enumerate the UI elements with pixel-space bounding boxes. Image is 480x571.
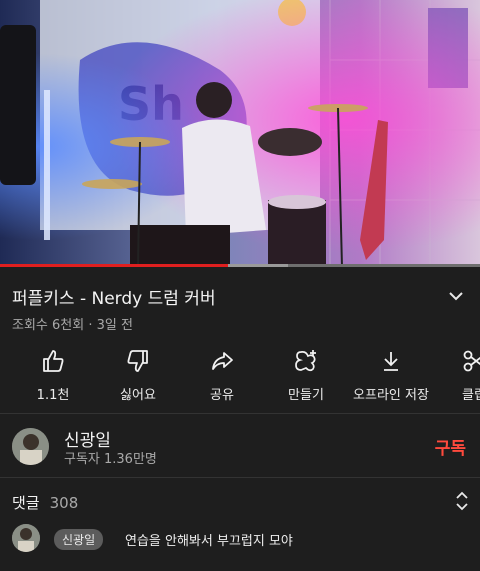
video-player[interactable]: Sh [0,0,480,267]
thumbs-down-icon [93,346,183,376]
comment-author-badge: 신광일 [54,529,104,550]
like-button[interactable]: 1.1천 [8,346,98,403]
download-button[interactable]: 오프라인 저장 [345,346,437,403]
subscriber-count: 구독자 1.36만명 [64,452,157,467]
scissors-icon [440,346,480,376]
expand-collapse-icon[interactable] [454,490,470,512]
comment-text: 연습을 안해봐서 부끄럽지 모야 [125,534,293,549]
channel-row[interactable]: 신광일 구독자 1.36만명 구독 [0,416,480,476]
create-label: 만들기 [288,388,324,403]
chevron-down-icon[interactable] [446,286,466,306]
share-label: 공유 [210,388,234,403]
like-count: 1.1천 [36,388,70,403]
video-frame: Sh [0,0,480,267]
download-icon [345,346,437,376]
comments-label: 댓글 [12,494,40,512]
video-title-row[interactable]: 퍼플키스 - Nerdy 드럼 커버 [12,284,468,312]
video-meta: 조회수 6천회 · 3일 전 [12,318,133,333]
progress-played [0,264,228,267]
top-comment[interactable]: 신광일 연습을 안해봐서 부끄럽지 모야 [12,524,472,554]
video-title: 퍼플키스 - Nerdy 드럼 커버 [12,289,216,309]
share-icon [177,346,267,376]
subscribe-button[interactable]: 구독 [435,434,466,459]
divider [0,413,480,414]
comment-avatar [12,524,40,552]
create-button[interactable]: 만들기 [261,346,351,403]
progress-bar[interactable] [0,264,480,267]
channel-avatar[interactable] [12,428,49,465]
dislike-button[interactable]: 싫어요 [93,346,183,403]
download-label: 오프라인 저장 [353,388,429,403]
dislike-label: 싫어요 [120,388,156,403]
share-button[interactable]: 공유 [177,346,267,403]
clip-label: 클립 [462,388,480,403]
action-bar: 1.1천 싫어요 공유 만들기 오프라인 저장 클립 [0,346,480,406]
comments-header: 댓글 308 [12,492,78,513]
remix-icon [261,346,351,376]
comments-count: 308 [49,494,79,512]
thumbs-up-icon [8,346,98,376]
clip-button[interactable]: 클립 [440,346,480,403]
comments-section[interactable]: 댓글 308 신광일 연습을 안해봐서 부끄럽지 모야 [0,478,480,571]
